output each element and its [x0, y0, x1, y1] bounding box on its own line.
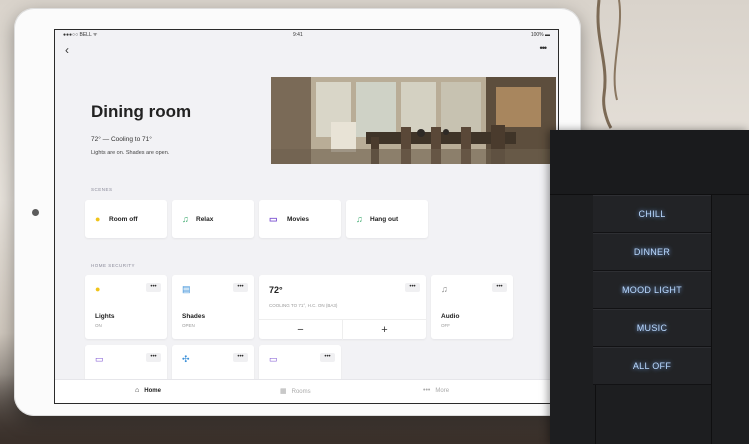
decrease-temperature-button[interactable]: −: [259, 319, 343, 340]
music-note-icon: ♫: [356, 214, 363, 224]
chevron-left-icon[interactable]: ‹: [65, 43, 69, 57]
scene-label: Hang out: [370, 216, 399, 223]
more-icon[interactable]: •••: [540, 43, 548, 53]
tab-home[interactable]: ⌂ Home: [135, 387, 161, 394]
scene-movies[interactable]: ▭ Movies: [259, 200, 341, 238]
scene-hang-out[interactable]: ♫ Hang out: [346, 200, 428, 238]
screen-icon: ▭: [269, 354, 278, 364]
tab-label: Rooms: [291, 389, 311, 395]
temperature-status: 72° — Cooling to 71°: [91, 136, 152, 143]
scene-label: Relax: [196, 216, 214, 223]
tab-bar: ⌂ Home ▦ Rooms ••• More: [55, 379, 558, 403]
more-icon[interactable]: •••: [320, 353, 335, 362]
increase-temperature-button[interactable]: +: [343, 319, 426, 340]
thermostat-description: COOLING TO 71°, H.C. ON (BA3): [269, 303, 338, 308]
more-icon[interactable]: •••: [405, 283, 420, 292]
tab-label: Home: [144, 388, 161, 394]
tab-rooms[interactable]: ▦ Rooms: [280, 387, 311, 395]
keypad-button-chill[interactable]: CHILL: [593, 195, 711, 233]
keypad-button-mood-light[interactable]: MOOD LIGHT: [593, 271, 711, 309]
clock: 9:41: [293, 32, 303, 38]
more-icon[interactable]: •••: [233, 353, 248, 362]
more-icon[interactable]: •••: [146, 353, 161, 362]
camera-dot: [32, 209, 39, 216]
status-bar: ●●●○○ BELL ᯤ 9:41 100% ▬: [55, 30, 558, 40]
device-status: OFF: [441, 323, 450, 328]
tablet-device: ●●●○○ BELL ᯤ 9:41 100% ▬ ‹ ••• Dining ro…: [14, 8, 581, 416]
keypad-button-dinner[interactable]: DINNER: [593, 233, 711, 271]
tv-icon: ▭: [95, 354, 104, 364]
more-icon[interactable]: •••: [233, 283, 248, 292]
home-security-section-label: HOME SECURITY: [91, 263, 136, 268]
sun-icon: ●: [95, 214, 101, 224]
page-title: Dining room: [91, 102, 192, 121]
more-icon[interactable]: •••: [146, 283, 161, 292]
keypad-top-panel: [550, 130, 749, 195]
more-icon: •••: [423, 387, 431, 394]
thermostat-value: 72°: [269, 285, 283, 295]
shades-icon: ▤: [182, 284, 191, 294]
device-shades[interactable]: ▤ ••• Shades OPEN: [172, 275, 254, 339]
scenes-section-label: SCENES: [91, 187, 113, 192]
scene-room-off[interactable]: ● Room off: [85, 200, 167, 238]
music-note-icon: ♫: [182, 214, 189, 224]
keypad-left-column: [550, 195, 596, 444]
fan-icon: ✣: [182, 354, 190, 364]
wall-keypad: CHILL DINNER MOOD LIGHT MUSIC ALL OFF: [550, 130, 749, 444]
device-audio[interactable]: ♫ ••• Audio OFF: [431, 275, 513, 339]
room-status: Lights are on. Shades are open.: [91, 150, 170, 156]
device-lights[interactable]: ● ••• Lights ON: [85, 275, 167, 339]
carrier-label: ●●●○○ BELL ᯤ: [63, 32, 98, 38]
thermostat-card[interactable]: 72° ••• COOLING TO 71°, H.C. ON (BA3) − …: [259, 275, 426, 340]
scene-label: Room off: [109, 216, 138, 223]
more-icon[interactable]: •••: [492, 283, 507, 292]
device-name: Shades: [182, 313, 206, 320]
room-photo: [271, 77, 556, 164]
tab-label: More: [435, 388, 450, 394]
bulb-icon: ●: [95, 284, 101, 294]
app-screen: ●●●○○ BELL ᯤ 9:41 100% ▬ ‹ ••• Dining ro…: [54, 29, 559, 404]
device-name: Audio: [441, 313, 460, 320]
battery-label: 100% ▬: [530, 32, 550, 38]
music-note-icon: ♫: [441, 284, 448, 294]
tv-icon: ▭: [269, 214, 278, 224]
home-icon: ⌂: [135, 387, 140, 394]
background-decor: [579, 0, 639, 130]
scene-label: Movies: [287, 216, 310, 223]
keypad-button-all-off[interactable]: ALL OFF: [593, 347, 711, 385]
tab-more[interactable]: ••• More: [423, 387, 449, 394]
device-name: Lights: [95, 313, 115, 320]
device-status: OPEN: [182, 323, 195, 328]
keypad-button-music[interactable]: MUSIC: [593, 309, 711, 347]
grid-icon: ▦: [280, 388, 287, 395]
scene-relax[interactable]: ♫ Relax: [172, 200, 254, 238]
device-status: ON: [95, 323, 102, 328]
keypad-right-column: [711, 195, 749, 444]
